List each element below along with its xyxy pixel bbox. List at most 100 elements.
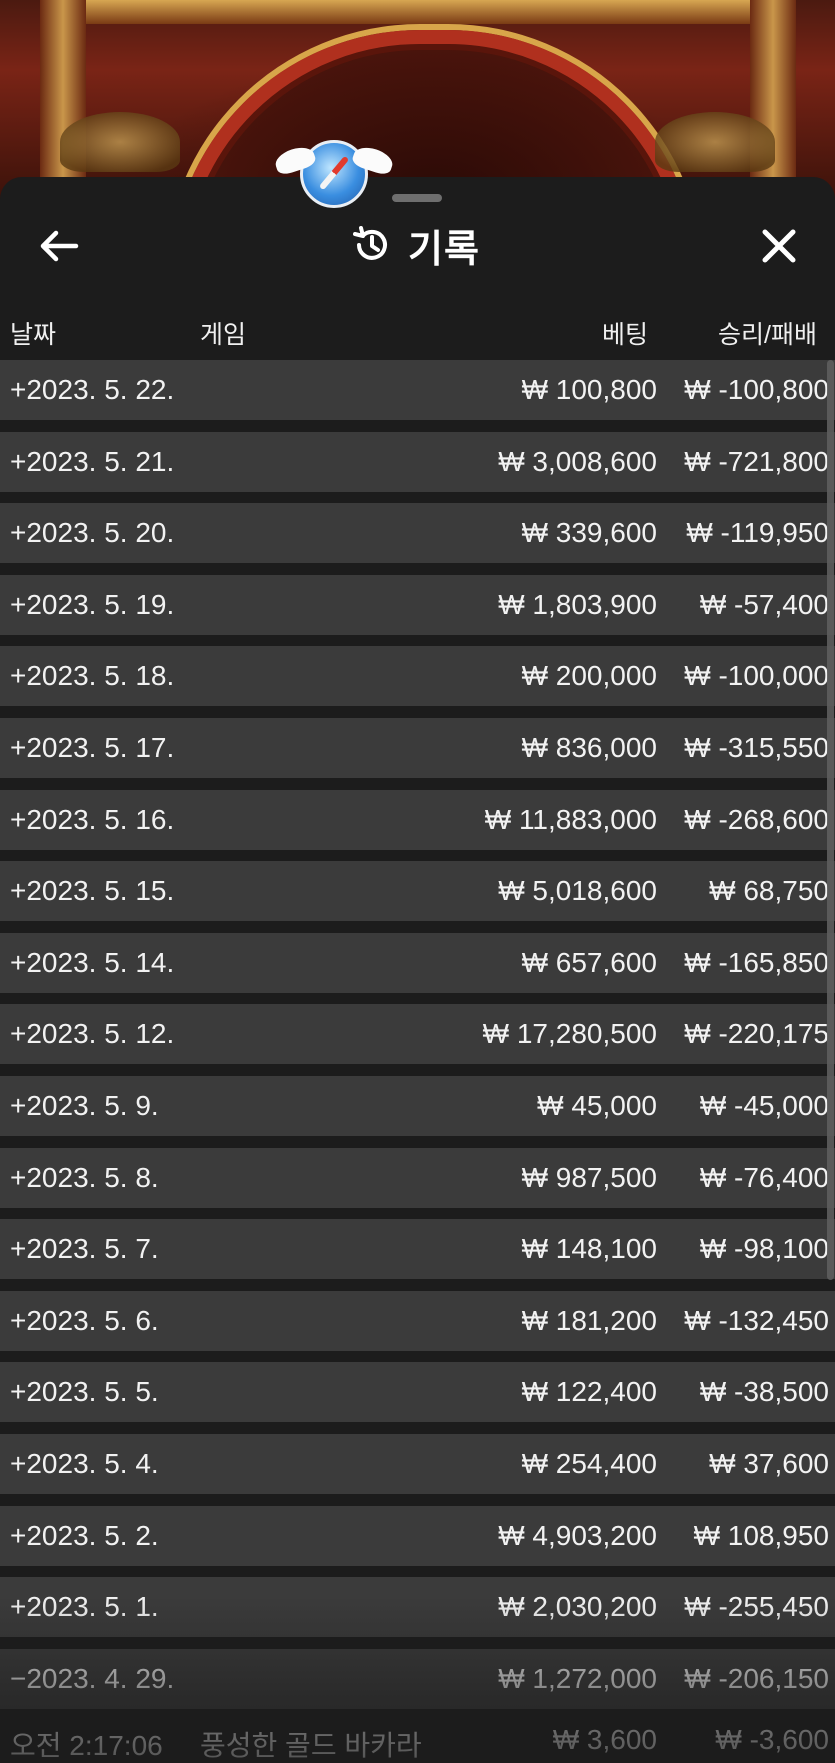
row-result: ₩ -100,000 [684,660,829,692]
row-bet: ₩ 122,400 [521,1376,657,1408]
row-date: +2023. 5. 20. [10,517,175,549]
row-date: +2023. 5. 2. [10,1519,159,1551]
screen: 기록 날짜 게임 베팅 승리/패배 +2023. 5. 22. ₩ 100,80… [0,0,835,1763]
compass-needle [318,155,350,191]
row-bet: ₩ 100,800 [521,374,657,405]
history-row[interactable]: +2023. 5. 22. ₩ 100,800 ₩ -100,800 [0,360,835,420]
column-header-date: 날짜 [10,321,57,349]
sub-row-time: 오전 2:17:06 [10,1730,163,1761]
history-row[interactable]: +2023. 5. 9. ₩ 45,000 ₩ -45,000 [0,1076,835,1136]
row-result: ₩ -38,500 [699,1376,829,1408]
row-result: ₩ -132,450 [684,1304,829,1336]
row-result: ₩ -315,550 [684,732,829,763]
sheet-header: 기록 [0,207,835,287]
history-row[interactable]: +2023. 5. 5. ₩ 122,400 ₩ -38,500 [0,1362,835,1423]
column-header-bet: 베팅 [602,321,649,349]
dragon-statue-right [655,112,775,172]
scrollbar[interactable] [827,360,834,1280]
row-result: ₩ 108,950 [693,1519,829,1551]
row-date: +2023. 5. 6. [10,1304,159,1336]
row-bet: ₩ 2,030,200 [498,1591,657,1623]
row-date: +2023. 5. 19. [10,588,175,620]
row-bet: ₩ 3,008,600 [498,445,657,477]
history-row[interactable]: +2023. 5. 18. ₩ 200,000 ₩ -100,000 [0,646,835,707]
compass-app-icon[interactable] [272,140,396,208]
history-row[interactable]: +2023. 5. 20. ₩ 339,600 ₩ -119,950 [0,503,835,564]
history-row[interactable]: +2023. 5. 6. ₩ 181,200 ₩ -132,450 [0,1290,835,1351]
row-bet: ₩ 339,600 [521,517,657,549]
arrow-left-icon [40,230,79,262]
row-bet: ₩ 987,500 [521,1161,657,1193]
row-date: +2023. 5. 22. [10,374,175,405]
column-header-win-loss: 승리/패배 [718,321,817,349]
row-bet: ₩ 4,903,200 [498,1519,657,1551]
history-icon [353,226,387,260]
row-result: ₩ -268,600 [684,803,829,835]
game-background [0,0,835,200]
row-date: +2023. 5. 16. [10,803,175,835]
history-row[interactable]: +2023. 5. 7. ₩ 148,100 ₩ -98,100 [0,1219,835,1280]
row-date: +2023. 5. 9. [10,1090,159,1121]
row-date: +2023. 5. 12. [10,1018,175,1050]
row-date: −2023. 4. 29. [10,1662,175,1694]
background-beam [40,0,795,24]
row-result: ₩ 37,600 [709,1448,829,1479]
row-bet: ₩ 148,100 [521,1233,657,1265]
history-row[interactable]: +2023. 5. 1. ₩ 2,030,200 ₩ -255,450 [0,1577,835,1638]
history-row[interactable]: +2023. 5. 8. ₩ 987,500 ₩ -76,400 [0,1147,835,1208]
row-result: ₩ -76,400 [699,1161,829,1193]
row-result: ₩ -165,850 [684,946,829,978]
history-sub-row[interactable]: 오전 2:17:06 풍성한 골드 바카라 ₩ 3,600 ₩ -3,600 [0,1710,835,1763]
row-result: ₩ -206,150 [684,1662,829,1694]
close-button[interactable] [754,221,804,271]
row-result: ₩ -255,450 [684,1591,829,1623]
row-date: +2023. 5. 8. [10,1161,159,1193]
row-date: +2023. 5. 21. [10,445,175,477]
history-row[interactable]: +2023. 5. 15. ₩ 5,018,600 ₩ 68,750 [0,861,835,922]
row-result: ₩ -57,400 [699,588,829,620]
history-row[interactable]: +2023. 5. 19. ₩ 1,803,900 ₩ -57,400 [0,574,835,635]
row-result: ₩ 68,750 [709,875,829,907]
row-date: +2023. 5. 5. [10,1376,159,1408]
row-result: ₩ -100,800 [684,374,829,405]
history-row[interactable]: +2023. 5. 2. ₩ 4,903,200 ₩ 108,950 [0,1505,835,1566]
back-button[interactable] [36,223,82,269]
sheet-grabber[interactable] [392,194,442,202]
row-result: ₩ -119,950 [686,517,829,549]
row-bet: ₩ 17,280,500 [482,1018,657,1050]
history-row[interactable]: +2023. 5. 17. ₩ 836,000 ₩ -315,550 [0,718,835,778]
row-bet: ₩ 200,000 [521,660,657,692]
history-row[interactable]: +2023. 5. 14. ₩ 657,600 ₩ -165,850 [0,932,835,993]
row-bet: ₩ 254,400 [521,1448,657,1479]
history-row[interactable]: +2023. 5. 21. ₩ 3,008,600 ₩ -721,800 [0,431,835,492]
row-result: ₩ -220,175 [684,1018,829,1050]
column-header-game: 게임 [200,321,247,349]
row-bet: ₩ 5,018,600 [498,875,657,907]
sub-row-game: 풍성한 골드 바카라 [200,1730,422,1761]
row-bet: ₩ 657,600 [521,946,657,978]
history-row[interactable]: +2023. 5. 4. ₩ 254,400 ₩ 37,600 [0,1434,835,1494]
history-row[interactable]: +2023. 5. 12. ₩ 17,280,500 ₩ -220,175 [0,1004,835,1065]
row-bet: ₩ 1,272,000 [498,1662,657,1694]
row-result: ₩ -98,100 [699,1233,829,1265]
history-row[interactable]: +2023. 5. 16. ₩ 11,883,000 ₩ -268,600 [0,789,835,850]
dragon-statue-left [60,112,180,172]
row-bet: ₩ 181,200 [521,1304,657,1336]
history-row-expanded[interactable]: −2023. 4. 29. ₩ 1,272,000 ₩ -206,150 [0,1648,835,1709]
row-bet: ₩ 45,000 [537,1090,657,1121]
row-bet: ₩ 836,000 [521,732,657,763]
sub-row-result: ₩ -3,600 [715,1724,829,1755]
row-bet: ₩ 1,803,900 [498,588,657,620]
background-arch [170,30,698,200]
history-sheet: 기록 날짜 게임 베팅 승리/패배 +2023. 5. 22. ₩ 100,80… [0,177,835,1763]
page-title: 기록 [408,228,480,271]
row-date: +2023. 5. 7. [10,1233,159,1265]
row-date: +2023. 5. 15. [10,875,175,907]
row-date: +2023. 5. 18. [10,660,175,692]
row-result: ₩ -45,000 [699,1090,829,1121]
row-date: +2023. 5. 4. [10,1448,159,1479]
row-bet: ₩ 11,883,000 [484,803,657,835]
row-date: +2023. 5. 14. [10,946,175,978]
row-date: +2023. 5. 17. [10,732,175,763]
sheet-title: 기록 [350,219,480,271]
